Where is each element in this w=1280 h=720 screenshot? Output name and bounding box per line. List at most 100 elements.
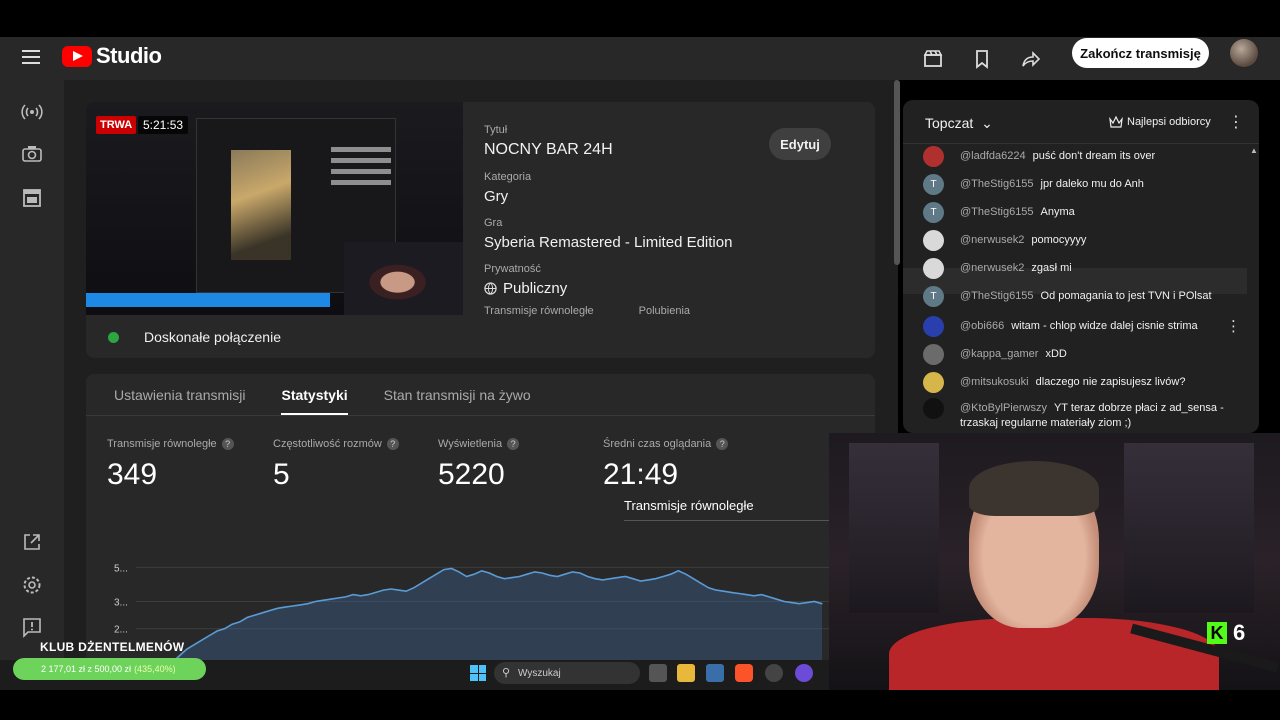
kick-badge: K 6 [1207, 620, 1245, 646]
avatar[interactable] [923, 258, 944, 279]
data-point [178, 655, 180, 657]
assistant-icon[interactable] [795, 664, 813, 682]
menu-icon[interactable] [22, 50, 40, 64]
app-icon[interactable] [765, 664, 783, 682]
data-point [481, 570, 483, 572]
avatar[interactable] [923, 398, 944, 419]
webcam-overlay: K 6 [829, 433, 1280, 690]
chat-message[interactable]: @mitsukosuki dlaczego nie zapisujesz livó… [923, 372, 1243, 393]
edit-button[interactable]: Edytuj [769, 128, 831, 160]
data-point [261, 612, 263, 614]
end-stream-button[interactable]: Zakończ transmisję [1072, 38, 1209, 68]
file-explorer-icon[interactable] [677, 664, 695, 682]
help-icon[interactable]: ? [716, 438, 729, 450]
chat-panel: Topczat ⌄ Najlepsi odbiorcy ⋮ @ladfda622… [903, 100, 1259, 433]
windows-start-icon[interactable] [470, 665, 486, 681]
data-point [791, 602, 793, 604]
message-author[interactable]: @TheStig6155 [960, 178, 1034, 190]
message-author[interactable]: @obi666 [960, 320, 1004, 332]
avatar[interactable]: T [923, 174, 944, 195]
chat-message[interactable]: T @TheStig6155 jpr daleko mu do Anh [923, 174, 1243, 195]
data-point [277, 607, 279, 609]
top-viewers-button[interactable]: Najlepsi odbiorcy [1109, 112, 1211, 132]
chat-message[interactable]: @ladfda6224 puść don't dream its over [923, 146, 1243, 167]
data-point [428, 578, 430, 580]
help-icon[interactable]: ? [386, 438, 399, 450]
bookmark-icon[interactable] [972, 49, 992, 69]
message-author[interactable]: @kappa_gamer [960, 348, 1038, 360]
camera-icon[interactable] [21, 143, 43, 165]
message-author[interactable]: @ladfda6224 [960, 150, 1026, 162]
avatar[interactable]: T [923, 286, 944, 307]
data-point [420, 582, 422, 584]
y-tick-label: 2... [114, 625, 128, 636]
main-content: TRWA 5:21:53 Tytuł NOCNY BAR 24H Kategor… [64, 80, 898, 690]
message-text: witam - chlop widze dalej cisnie strima [1011, 320, 1198, 332]
message-author[interactable]: @TheStig6155 [960, 290, 1034, 302]
tab-stream-health[interactable]: Stan transmisji na żywo [384, 374, 531, 415]
scroll-up-icon[interactable]: ▲ [1250, 146, 1258, 155]
avatar[interactable] [923, 372, 944, 393]
data-point [367, 594, 369, 596]
chat-message[interactable]: T @TheStig6155 Anyma [923, 202, 1243, 223]
background-window [1124, 443, 1254, 613]
chat-message[interactable]: @nerwusek2 zgasł mi [923, 258, 1243, 279]
feedback-icon[interactable] [21, 616, 43, 638]
help-icon[interactable]: ? [507, 438, 520, 450]
help-icon[interactable]: ? [221, 438, 234, 450]
external-link-icon[interactable] [21, 531, 43, 553]
tab-stream-settings[interactable]: Ustawienia transmisji [114, 374, 245, 415]
task-view-icon[interactable] [649, 664, 667, 682]
data-point [685, 573, 687, 575]
stat-views: Wyświetlenia? 5220 [438, 438, 520, 492]
data-point [329, 598, 332, 600]
calendar-icon[interactable] [21, 186, 43, 208]
taskbar-search[interactable]: ⚲ Wyszukaj [494, 662, 640, 684]
message-author[interactable]: @KtoBylPierwszy [960, 402, 1047, 414]
more-vert-icon[interactable]: ⋮ [1228, 112, 1244, 132]
crown-icon [1109, 116, 1123, 128]
chat-message[interactable]: @nerwusek2 pomocyyyy [923, 230, 1243, 251]
chart-title[interactable]: Transmisje równoległe [624, 498, 754, 513]
avatar[interactable] [923, 230, 944, 251]
live-broadcast-icon[interactable] [21, 101, 43, 123]
chat-message[interactable]: @KtoBylPierwszy YT teraz dobrze płaci z a… [923, 398, 1243, 431]
tab-statistics[interactable]: Statystyki [281, 374, 348, 415]
message-text: pomocyyyy [1031, 234, 1087, 246]
data-point [564, 573, 566, 575]
account-avatar[interactable] [1230, 39, 1258, 67]
chat-message[interactable]: T @TheStig6155 Od pomagania to jest TVN i … [923, 286, 1243, 307]
chat-mode-dropdown[interactable]: Topczat ⌄ [925, 115, 993, 132]
preview-photo [231, 150, 291, 260]
background-window [849, 443, 939, 613]
avatar[interactable] [923, 344, 944, 365]
message-menu-icon[interactable]: ⋮ [1226, 317, 1241, 335]
clapperboard-icon[interactable] [923, 49, 943, 69]
kick-logo-icon: K [1207, 622, 1227, 644]
share-icon[interactable] [1021, 49, 1041, 69]
settings-icon[interactable] [21, 574, 43, 596]
studio-logo[interactable]: Studio [62, 43, 162, 69]
chat-message[interactable]: @kappa_gamer xDD [923, 344, 1243, 365]
chat-message[interactable]: @obi666 witam - chlop widze dalej cisnie … [923, 316, 1243, 337]
goal-amount: 2 177,01 zł z 500,00 zł [41, 664, 132, 674]
message-author[interactable]: @TheStig6155 [960, 206, 1034, 218]
avatar[interactable] [923, 146, 944, 167]
avatar[interactable]: T [923, 202, 944, 223]
data-point [231, 623, 233, 625]
stats-tabs: Ustawienia transmisji Statystyki Stan tr… [86, 374, 875, 416]
stream-preview[interactable]: TRWA 5:21:53 [86, 102, 463, 315]
data-point [662, 575, 664, 578]
avatar[interactable] [923, 316, 944, 337]
message-author[interactable]: @nerwusek2 [960, 234, 1024, 246]
message-author[interactable]: @mitsukosuki [960, 376, 1029, 388]
main-scrollbar[interactable] [894, 80, 900, 265]
store-icon[interactable] [706, 664, 724, 682]
stat-label: Transmisje równoległe [107, 438, 217, 450]
data-point [518, 575, 521, 578]
top-bar: Studio Zakończ transmisję [0, 37, 1280, 80]
stat-label: Wyświetlenia [438, 438, 503, 450]
data-point [397, 589, 400, 591]
brave-browser-icon[interactable] [735, 664, 753, 682]
message-author[interactable]: @nerwusek2 [960, 262, 1024, 274]
